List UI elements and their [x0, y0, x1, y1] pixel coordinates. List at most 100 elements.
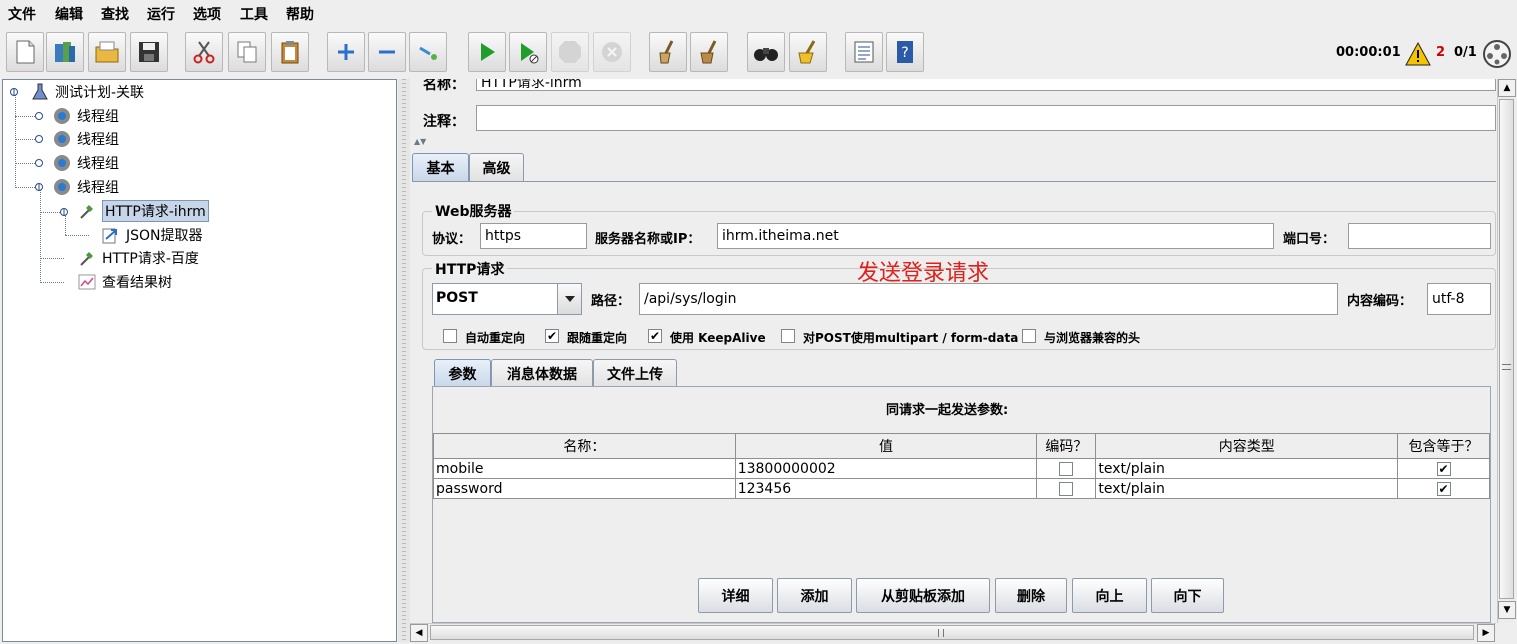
split-pane-divider[interactable] — [398, 79, 410, 642]
group-expand-handle[interactable] — [34, 134, 44, 144]
toggle-button[interactable] — [409, 32, 447, 72]
stop-button[interactable] — [551, 32, 589, 72]
browser-headers-checkbox[interactable] — [1022, 329, 1036, 343]
expand-button[interactable] — [327, 32, 365, 72]
tree-node-thread-group[interactable]: 线程组 — [51, 152, 119, 174]
tree-node-thread-group[interactable]: 线程组 — [51, 128, 119, 150]
clear-all-button[interactable] — [690, 32, 728, 72]
menu-file[interactable]: 文件 — [8, 4, 36, 24]
encode-checkbox[interactable] — [1059, 481, 1074, 496]
tab-advanced[interactable]: 高级 — [469, 153, 524, 181]
move-up-button[interactable]: 向上 — [1072, 578, 1147, 613]
include-equals-checkbox[interactable]: ✔ — [1436, 461, 1451, 476]
menu-help[interactable]: 帮助 — [286, 4, 314, 24]
param-encode-cell[interactable] — [1036, 458, 1097, 479]
name-field[interactable]: HTTP请求-ihrm — [476, 79, 1496, 91]
group-collapse-handle[interactable] — [34, 182, 44, 192]
warning-icon[interactable] — [1404, 41, 1432, 67]
column-header-content-type[interactable]: 内容类型 — [1095, 433, 1399, 459]
param-type-cell[interactable]: text/plain — [1095, 478, 1399, 499]
tab-file-upload[interactable]: 文件上传 — [593, 359, 677, 387]
group-expand-handle[interactable] — [34, 158, 44, 168]
include-equals-checkbox[interactable]: ✔ — [1436, 481, 1451, 496]
encoding-field[interactable]: utf-8 — [1427, 283, 1491, 315]
scroll-right-icon[interactable]: ▶ — [1477, 624, 1495, 642]
scroll-down-icon[interactable]: ▼ — [1498, 601, 1516, 619]
comment-field[interactable] — [476, 105, 1496, 131]
tree-node-http-request-ihrm[interactable]: HTTP请求-ihrm — [76, 200, 209, 222]
auto-redirect-checkbox[interactable] — [443, 329, 457, 343]
split-arrows-icon[interactable]: ▲▼ — [414, 137, 426, 146]
encode-checkbox[interactable] — [1059, 461, 1074, 476]
column-header-encode[interactable]: 编码？ — [1036, 433, 1097, 459]
tree-node-thread-group[interactable]: 线程组 — [51, 105, 119, 127]
protocol-field[interactable]: https — [480, 223, 587, 249]
column-header-name[interactable]: 名称： — [433, 433, 736, 459]
table-row[interactable]: password 123456 text/plain ✔ — [433, 478, 1490, 499]
delete-button[interactable]: 删除 — [995, 578, 1067, 613]
scroll-left-icon[interactable]: ◀ — [410, 624, 428, 642]
method-select[interactable]: POST — [432, 283, 582, 315]
start-button[interactable] — [468, 32, 506, 72]
menu-run[interactable]: 运行 — [147, 4, 175, 24]
tree-node-thread-group[interactable]: 线程组 — [51, 176, 119, 198]
chevron-down-icon[interactable] — [557, 284, 581, 314]
save-button[interactable] — [130, 32, 168, 72]
help-button[interactable]: ? — [886, 32, 924, 72]
scroll-up-icon[interactable]: ▲ — [1498, 79, 1516, 97]
param-equals-cell[interactable]: ✔ — [1397, 478, 1490, 499]
start-no-pause-button[interactable] — [509, 32, 547, 72]
param-value-cell[interactable]: 13800000002 — [734, 458, 1038, 479]
tree-node-json-extractor[interactable]: JSON提取器 — [100, 224, 203, 246]
collapse-button[interactable] — [368, 32, 406, 72]
tab-basic[interactable]: 基本 — [412, 153, 469, 181]
path-field[interactable]: /api/sys/login — [639, 283, 1338, 315]
table-row[interactable]: mobile 13800000002 text/plain ✔ — [433, 458, 1490, 479]
horizontal-scrollbar[interactable]: ◀ ▶ — [410, 623, 1496, 642]
request-collapse-handle[interactable] — [59, 207, 69, 217]
menu-edit[interactable]: 编辑 — [55, 4, 83, 24]
parameters-table[interactable]: 名称： 值 编码？ 内容类型 包含等于？ mobile 13800000002 … — [433, 433, 1490, 499]
group-expand-handle[interactable] — [34, 111, 44, 121]
server-field[interactable]: ihrm.itheima.net — [717, 223, 1274, 249]
scroll-thumb[interactable] — [1499, 99, 1514, 599]
vertical-scrollbar[interactable]: ▲ ▼ — [1497, 79, 1516, 623]
tree-node-http-request-baidu[interactable]: HTTP请求-百度 — [76, 247, 199, 269]
plan-collapse-handle[interactable] — [9, 87, 19, 97]
clear-button[interactable] — [649, 32, 687, 72]
reset-search-button[interactable] — [789, 32, 827, 72]
menu-options[interactable]: 选项 — [193, 4, 221, 24]
param-name-cell[interactable]: mobile — [433, 458, 736, 479]
move-down-button[interactable]: 向下 — [1151, 578, 1224, 613]
tab-parameters[interactable]: 参数 — [434, 359, 491, 387]
scroll-thumb[interactable] — [430, 625, 1474, 640]
add-button[interactable]: 添加 — [777, 578, 852, 613]
copy-button[interactable] — [228, 32, 266, 72]
open-button[interactable] — [88, 32, 126, 72]
param-name-cell[interactable]: password — [433, 478, 736, 499]
menu-search[interactable]: 查找 — [101, 4, 129, 24]
shutdown-button[interactable] — [593, 32, 631, 72]
detail-button[interactable]: 详细 — [698, 578, 773, 613]
tab-body-data[interactable]: 消息体数据 — [491, 359, 593, 387]
column-header-value[interactable]: 值 — [734, 433, 1038, 459]
param-encode-cell[interactable] — [1036, 478, 1097, 499]
port-field[interactable] — [1348, 223, 1491, 249]
keepalive-checkbox[interactable]: ✔ — [648, 329, 662, 343]
column-header-include-equals[interactable]: 包含等于？ — [1397, 433, 1490, 459]
cut-button[interactable] — [185, 32, 223, 72]
follow-redirect-checkbox[interactable]: ✔ — [545, 329, 559, 343]
new-button[interactable] — [6, 32, 44, 72]
tree-node-test-plan[interactable]: 测试计划-关联 — [29, 81, 144, 103]
param-value-cell[interactable]: 123456 — [734, 478, 1038, 499]
tree-node-result-tree[interactable]: 查看结果树 — [76, 271, 172, 293]
templates-button[interactable] — [46, 32, 84, 72]
function-helper-button[interactable] — [845, 32, 883, 72]
param-type-cell[interactable]: text/plain — [1095, 458, 1399, 479]
multipart-checkbox[interactable] — [781, 329, 795, 343]
search-button[interactable] — [747, 32, 785, 72]
paste-button[interactable] — [271, 32, 309, 72]
param-equals-cell[interactable]: ✔ — [1397, 458, 1490, 479]
test-plan-tree[interactable]: 测试计划-关联 线程组 线程组 线程组 线程组 HTTP请求-ihrm JSON… — [2, 79, 397, 642]
menu-tools[interactable]: 工具 — [240, 4, 268, 24]
